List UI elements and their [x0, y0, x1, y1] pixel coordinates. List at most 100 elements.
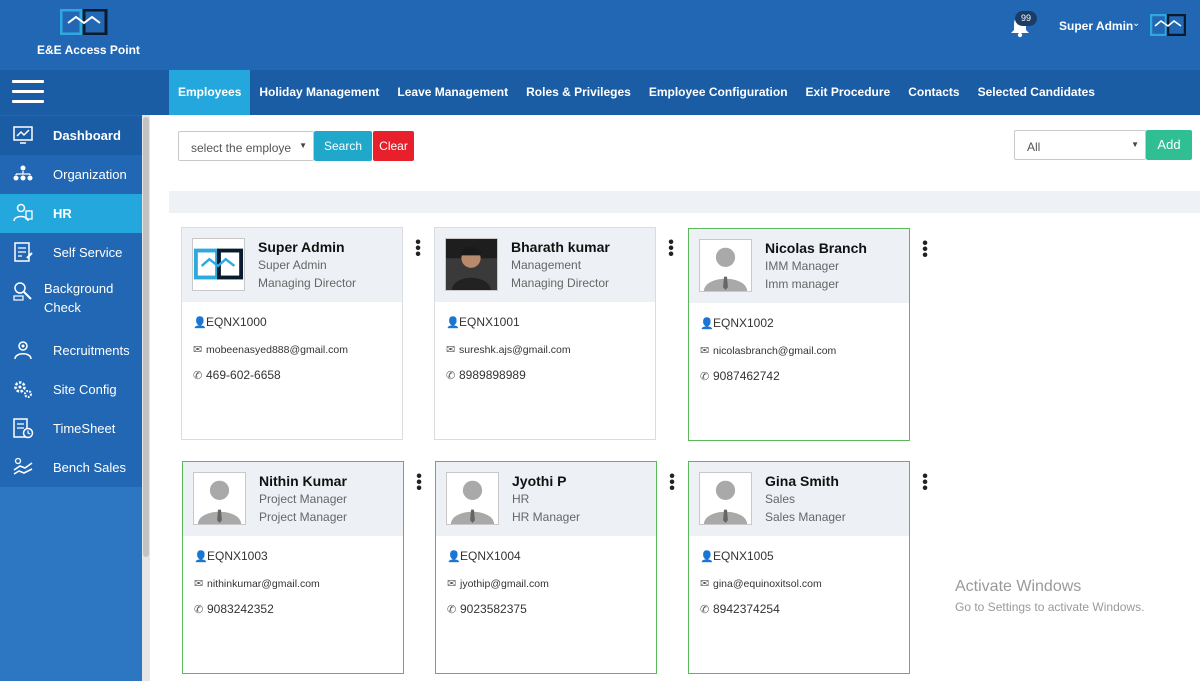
brand-name: E&E Access Point: [37, 43, 140, 57]
employee-department: Super Admin: [258, 258, 327, 272]
tab-leave-management[interactable]: Leave Management: [388, 70, 517, 115]
avatar: [193, 472, 246, 525]
employee-phone[interactable]: 9023582375: [460, 602, 527, 616]
employee-name[interactable]: Nicolas Branch: [765, 240, 867, 256]
employee-email[interactable]: nicolasbranch@gmail.com: [713, 345, 836, 357]
card-options-kebab-icon[interactable]: • • •: [921, 469, 929, 497]
phone-icon: ✆: [700, 604, 710, 616]
user-icon: 👤: [446, 317, 460, 329]
tab-contacts[interactable]: Contacts: [899, 70, 968, 115]
employee-card[interactable]: Gina Smith Sales Sales Manager 👤EQNX1005…: [688, 461, 910, 674]
employee-card-header: Super Admin Super Admin Managing Directo…: [182, 228, 402, 302]
employee-phone[interactable]: 8942374254: [713, 602, 780, 616]
employee-card-header: Nithin Kumar Project Manager Project Man…: [183, 462, 403, 536]
add-employee-button[interactable]: Add: [1146, 130, 1192, 160]
avatar: [446, 472, 499, 525]
employee-card-header: Bharath kumar Management Managing Direct…: [435, 228, 655, 302]
tab-selected-candidates[interactable]: Selected Candidates: [969, 70, 1104, 115]
employee-email[interactable]: nithinkumar@gmail.com: [207, 578, 320, 590]
card-options-kebab-icon[interactable]: • • •: [668, 469, 676, 497]
sidebar-scrollbar-thumb[interactable]: [143, 117, 149, 557]
tab-exit-procedure[interactable]: Exit Procedure: [797, 70, 900, 115]
tab-roles-privileges[interactable]: Roles & Privileges: [517, 70, 640, 115]
employee-id: EQNX1005: [713, 549, 774, 563]
employee-phone[interactable]: 9087462742: [713, 369, 780, 383]
sidebar-item-background-check[interactable]: Background Check: [0, 272, 142, 330]
sidebar-item-timesheet[interactable]: TimeSheet: [0, 409, 142, 448]
employee-role: Imm manager: [765, 277, 840, 291]
chevron-down-icon[interactable]: ⌄: [1132, 18, 1140, 29]
tab-employees[interactable]: Employees: [169, 70, 251, 115]
employee-phone-row: ✆ 9083242352: [194, 602, 274, 616]
sidebar-item-bench-sales[interactable]: Bench Sales: [0, 448, 142, 487]
tab-employee-configuration[interactable]: Employee Configuration: [640, 70, 797, 115]
employee-department: Project Manager: [259, 492, 348, 506]
employee-email[interactable]: mobeenasyed888@gmail.com: [206, 344, 348, 356]
employee-email[interactable]: jyothip@gmail.com: [460, 578, 549, 590]
avatar: [699, 472, 752, 525]
employee-name[interactable]: Nithin Kumar: [259, 473, 347, 489]
tab-holiday-management[interactable]: Holiday Management: [250, 70, 388, 115]
employee-card[interactable]: Nicolas Branch IMM Manager Imm manager 👤…: [688, 228, 910, 441]
employee-card[interactable]: Bharath kumar Management Managing Direct…: [434, 227, 656, 440]
employee-phone[interactable]: 9083242352: [207, 602, 274, 616]
profile-photo-icon: [446, 239, 497, 290]
employee-phone[interactable]: 469-602-6658: [206, 368, 281, 382]
employee-phone[interactable]: 8989898989: [459, 368, 526, 382]
filter-select[interactable]: All ▼: [1014, 130, 1146, 160]
employee-email[interactable]: gina@equinoxitsol.com: [713, 578, 822, 590]
sidebar-item-dashboard[interactable]: Dashboard: [0, 116, 142, 155]
card-options-kebab-icon[interactable]: • • •: [921, 236, 929, 264]
person-placeholder-icon: [447, 473, 498, 524]
sidebar-item-hr[interactable]: HR: [0, 194, 142, 233]
employee-name[interactable]: Jyothi P: [512, 473, 566, 489]
employee-name[interactable]: Gina Smith: [765, 473, 839, 489]
search-button[interactable]: Search: [314, 131, 372, 161]
phone-icon: ✆: [446, 370, 456, 382]
employee-card[interactable]: Nithin Kumar Project Manager Project Man…: [182, 461, 404, 674]
bench-sales-icon: [13, 457, 33, 475]
card-options-kebab-icon[interactable]: • • •: [415, 469, 423, 497]
employee-department: Management: [511, 258, 582, 272]
notification-count-badge: 99: [1015, 11, 1037, 26]
card-options-kebab-icon[interactable]: • • •: [667, 235, 675, 263]
user-icon: 👤: [447, 551, 461, 563]
employee-id: EQNX1002: [713, 316, 774, 330]
activation-watermark-subtitle: Go to Settings to activate Windows.: [955, 600, 1145, 614]
user-avatar-logo-icon[interactable]: [1150, 14, 1186, 36]
employee-email[interactable]: sureshk.ajs@gmail.com: [459, 344, 571, 356]
user-icon: 👤: [700, 551, 714, 563]
employee-phone-row: ✆ 8989898989: [446, 368, 526, 382]
phone-icon: ✆: [447, 604, 457, 616]
envelope-icon: ✉: [193, 344, 203, 356]
organization-icon: [13, 165, 33, 181]
employee-card[interactable]: Jyothi P HR HR Manager 👤EQNX1004 ✉ jyothi…: [435, 461, 657, 674]
employee-department: HR: [512, 492, 530, 506]
sidebar-item-label: Bench Sales: [53, 460, 126, 475]
employee-card-header: Gina Smith Sales Sales Manager: [689, 462, 909, 536]
sidebar: Dashboard Organization HR Self Service B…: [0, 115, 150, 681]
avatar: [699, 239, 752, 292]
card-options-kebab-icon[interactable]: • • •: [414, 235, 422, 263]
envelope-icon: ✉: [446, 344, 456, 356]
employee-name[interactable]: Super Admin: [258, 239, 345, 255]
sidebar-item-label: Site Config: [53, 382, 117, 397]
clear-button[interactable]: Clear: [373, 131, 414, 161]
sidebar-item-label: Recruitments: [53, 343, 130, 358]
sidebar-item-recruitments[interactable]: Recruitments: [0, 331, 142, 370]
employee-card[interactable]: Super Admin Super Admin Managing Directo…: [181, 227, 403, 440]
employee-id: EQNX1001: [459, 315, 520, 329]
user-menu-name[interactable]: Super Admin: [1059, 19, 1133, 33]
sidebar-item-self-service[interactable]: Self Service: [0, 233, 142, 272]
employee-name[interactable]: Bharath kumar: [511, 239, 610, 255]
employee-id-row: 👤EQNX1005: [700, 549, 774, 563]
sidebar-item-label: Self Service: [53, 245, 123, 260]
sidebar-item-site-config[interactable]: Site Config: [0, 370, 142, 409]
hamburger-menu-icon[interactable]: [12, 80, 44, 104]
sidebar-item-label: Background Check: [44, 281, 114, 315]
employee-phone-row: ✆ 9023582375: [447, 602, 527, 616]
sidebar-item-organization[interactable]: Organization: [0, 155, 142, 194]
employee-select[interactable]: select the employe ▼: [178, 131, 314, 161]
brand-logo-icon[interactable]: [60, 9, 108, 35]
phone-icon: ✆: [193, 370, 203, 382]
